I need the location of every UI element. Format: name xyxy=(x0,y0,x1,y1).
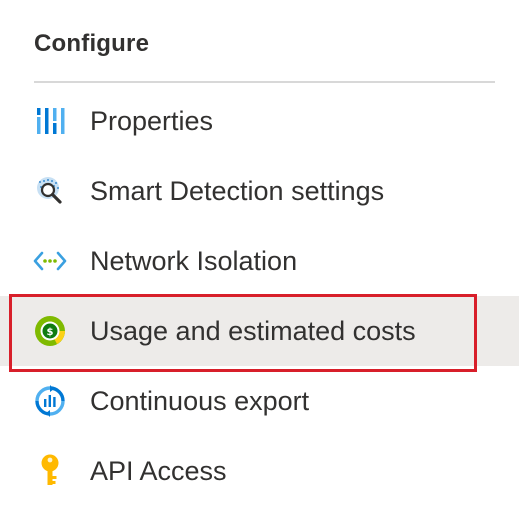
menu-item-label: Usage and estimated costs xyxy=(90,315,416,346)
menu-item-label: API Access xyxy=(90,455,227,486)
section-title: Configure xyxy=(34,30,150,57)
menu-item-label: Continuous export xyxy=(90,385,310,416)
menu-item-label: Properties xyxy=(90,105,214,136)
menu-item-smart-detection[interactable]: Smart Detection settings xyxy=(0,156,519,226)
svg-text:$: $ xyxy=(47,327,54,338)
menu-item-api-access[interactable]: API Access xyxy=(0,436,519,506)
menu-item-network-isolation[interactable]: Network Isolation xyxy=(0,226,519,296)
menu-item-label: Network Isolation xyxy=(90,245,298,276)
section-divider xyxy=(34,81,495,83)
menu-item-label: Smart Detection settings xyxy=(90,175,385,206)
menu-item-properties[interactable]: Properties xyxy=(0,86,519,156)
menu-item-usage-costs[interactable]: $ Usage and estimated costs xyxy=(0,296,519,366)
properties-icon xyxy=(32,103,68,139)
usage-costs-icon: $ xyxy=(32,313,68,349)
continuous-export-icon xyxy=(32,383,68,419)
key-icon xyxy=(32,453,68,489)
network-isolation-icon xyxy=(32,243,68,279)
smart-detection-icon xyxy=(32,173,68,209)
menu-item-continuous-export[interactable]: Continuous export xyxy=(0,366,519,436)
configure-menu: Properties Smart Detection settings Netw… xyxy=(0,86,519,506)
configure-menu-panel: Configure Properties Smart Detection set… xyxy=(0,0,519,510)
